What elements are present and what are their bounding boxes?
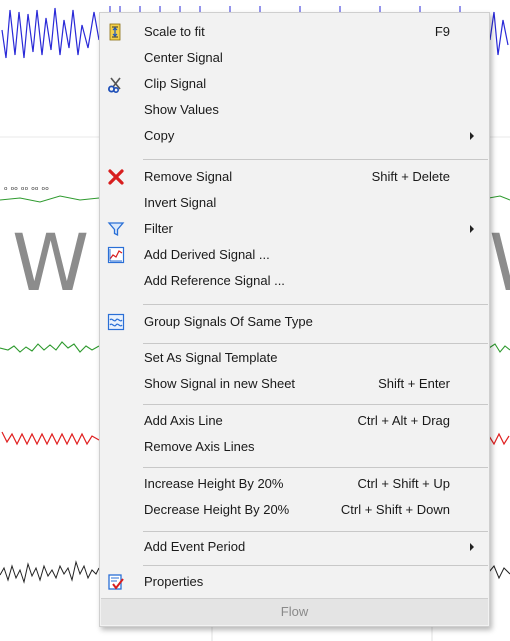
filter-icon <box>107 222 125 237</box>
menu-item-shortcut: Ctrl + Shift + Up <box>357 476 450 491</box>
small-annotations-left: ₒ ₒₒ ₒₒ ₒₒ ₒₒ <box>4 183 49 193</box>
scissors-icon <box>108 77 121 93</box>
waveform-letter-right: W <box>489 225 510 303</box>
menu-item-copy[interactable]: Copy <box>101 123 488 149</box>
menu-item-label: Show Values <box>144 102 219 117</box>
menu-item-set-signal-template[interactable]: Set As Signal Template <box>101 345 488 371</box>
submenu-arrow-icon <box>470 132 474 140</box>
menu-item-label: Remove Axis Lines <box>144 439 255 454</box>
menu-separator <box>143 531 488 532</box>
menu-separator <box>143 343 488 344</box>
menu-item-label: Add Derived Signal ... <box>144 247 270 262</box>
menu-item-decrease-height[interactable]: Decrease Height By 20% Ctrl + Shift + Do… <box>101 497 488 523</box>
menu-item-shortcut: Shift + Delete <box>371 169 450 184</box>
menu-item-shortcut: F9 <box>434 24 450 39</box>
menu-item-add-reference-signal[interactable]: Add Reference Signal ... <box>101 268 488 294</box>
menu-item-label: Remove Signal <box>144 169 233 184</box>
menu-separator <box>143 467 488 468</box>
menu-item-show-values[interactable]: Show Values <box>101 97 488 123</box>
menu-footer-label: Flow <box>280 604 309 619</box>
menu-item-increase-height[interactable]: Increase Height By 20% Ctrl + Shift + Up <box>101 471 488 497</box>
menu-item-remove-signal[interactable]: Remove Signal Shift + Delete <box>101 164 488 190</box>
menu-item-label: Show Signal in new Sheet <box>144 376 296 391</box>
menu-item-label: Center Signal <box>144 50 223 65</box>
menu-item-label: Increase Height By 20% <box>144 476 284 491</box>
menu-item-scale-to-fit[interactable]: Scale to fit F9 <box>101 19 488 45</box>
menu-item-add-axis-line[interactable]: Add Axis Line Ctrl + Alt + Drag <box>101 408 488 434</box>
menu-item-label: Decrease Height By 20% <box>144 502 290 517</box>
menu-item-invert-signal[interactable]: Invert Signal <box>101 190 488 216</box>
menu-item-label: Add Event Period <box>144 539 246 554</box>
menu-item-label: Add Axis Line <box>144 413 223 428</box>
menu-item-label: Invert Signal <box>144 195 217 210</box>
submenu-arrow-icon <box>470 543 474 551</box>
menu-separator <box>143 159 488 160</box>
menu-item-group-signals[interactable]: Group Signals Of Same Type <box>101 309 488 335</box>
menu-item-clip-signal[interactable]: Clip Signal <box>101 71 488 97</box>
waveform-letter-left: W <box>12 219 90 309</box>
menu-item-shortcut: Shift + Enter <box>378 376 450 391</box>
menu-item-label: Group Signals Of Same Type <box>144 314 313 329</box>
submenu-arrow-icon <box>470 225 474 233</box>
menu-footer: Flow <box>101 598 488 625</box>
properties-icon <box>108 574 124 590</box>
menu-item-shortcut: Ctrl + Shift + Down <box>340 502 450 517</box>
menu-separator <box>143 565 488 566</box>
menu-separator <box>143 404 488 405</box>
menu-item-label: Clip Signal <box>144 76 207 91</box>
menu-item-remove-axis-lines[interactable]: Remove Axis Lines <box>101 434 488 460</box>
menu-item-label: Copy <box>144 128 175 143</box>
menu-item-label: Filter <box>144 221 173 236</box>
menu-item-properties[interactable]: Properties <box>101 569 488 595</box>
menu-separator <box>143 304 488 305</box>
menu-item-label: Set As Signal Template <box>144 350 278 365</box>
menu-item-add-event-period[interactable]: Add Event Period <box>101 534 488 560</box>
derived-signal-icon <box>107 246 125 264</box>
menu-item-add-derived-signal[interactable]: Add Derived Signal ... <box>101 242 488 268</box>
menu-item-label: Properties <box>144 574 204 589</box>
context-menu: Scale to fit F9 Center Signal Clip Signa… <box>99 12 490 627</box>
remove-x-icon <box>108 169 124 185</box>
group-signals-icon <box>107 313 125 331</box>
scale-to-fit-icon <box>109 23 121 41</box>
menu-item-center-signal[interactable]: Center Signal <box>101 45 488 71</box>
menu-item-label: Scale to fit <box>144 24 205 39</box>
menu-item-shortcut: Ctrl + Alt + Drag <box>357 413 450 428</box>
menu-item-label: Add Reference Signal ... <box>144 273 285 288</box>
menu-item-show-signal-new-sheet[interactable]: Show Signal in new Sheet Shift + Enter <box>101 371 488 397</box>
menu-item-filter[interactable]: Filter <box>101 216 488 242</box>
